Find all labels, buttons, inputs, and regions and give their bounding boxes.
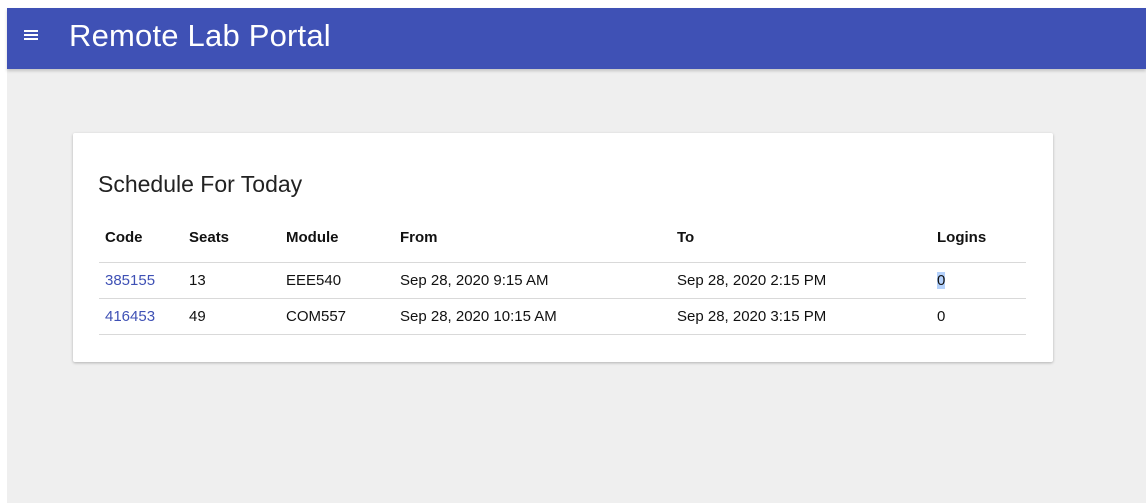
cell-seats: 49 — [183, 298, 280, 335]
cell-module: COM557 — [280, 298, 394, 335]
page-frame: Remote Lab Portal Schedule For Today Cod… — [7, 8, 1146, 503]
schedule-table-header: Code Seats Module From To Logins — [99, 213, 1026, 263]
schedule-table-body: 385155 13 EEE540 Sep 28, 2020 9:15 AM Se… — [99, 262, 1026, 335]
table-row: 385155 13 EEE540 Sep 28, 2020 9:15 AM Se… — [99, 262, 1026, 299]
app-header: Remote Lab Portal — [7, 8, 1146, 69]
menu-bar-top — [24, 30, 38, 32]
column-header-seats: Seats — [183, 213, 280, 263]
cell-to: Sep 28, 2020 2:15 PM — [671, 262, 931, 299]
schedule-card-title: Schedule For Today — [98, 171, 303, 197]
cell-code: 416453 — [99, 298, 183, 335]
column-header-module: Module — [280, 213, 394, 263]
menu-bar-bottom — [24, 38, 38, 40]
app-title: Remote Lab Portal — [69, 18, 331, 53]
cell-to: Sep 28, 2020 3:15 PM — [671, 298, 931, 335]
header-row: Code Seats Module From To Logins — [99, 213, 1026, 263]
cell-from: Sep 28, 2020 10:15 AM — [394, 298, 671, 335]
cell-module: EEE540 — [280, 262, 394, 299]
schedule-card: Schedule For Today Code Seats Module Fro… — [73, 133, 1053, 362]
column-header-from: From — [394, 213, 671, 263]
session-code-link[interactable]: 416453 — [105, 308, 155, 325]
cell-seats: 13 — [183, 262, 280, 299]
cell-from: Sep 28, 2020 9:15 AM — [394, 262, 671, 299]
menu-bar-middle — [24, 34, 38, 36]
cell-code: 385155 — [99, 262, 183, 299]
hamburger-menu-icon[interactable] — [24, 28, 38, 40]
column-header-to: To — [671, 213, 931, 263]
cell-logins: 0 — [931, 298, 1026, 335]
table-row: 416453 49 COM557 Sep 28, 2020 10:15 AM S… — [99, 298, 1026, 335]
session-code-link[interactable]: 385155 — [105, 272, 155, 289]
column-header-logins: Logins — [931, 213, 1026, 263]
cell-logins: 0 — [931, 262, 1026, 299]
selected-logins-value: 0 — [937, 272, 946, 289]
schedule-table: Code Seats Module From To Logins 385155 … — [99, 213, 1026, 335]
column-header-code: Code — [99, 213, 183, 263]
